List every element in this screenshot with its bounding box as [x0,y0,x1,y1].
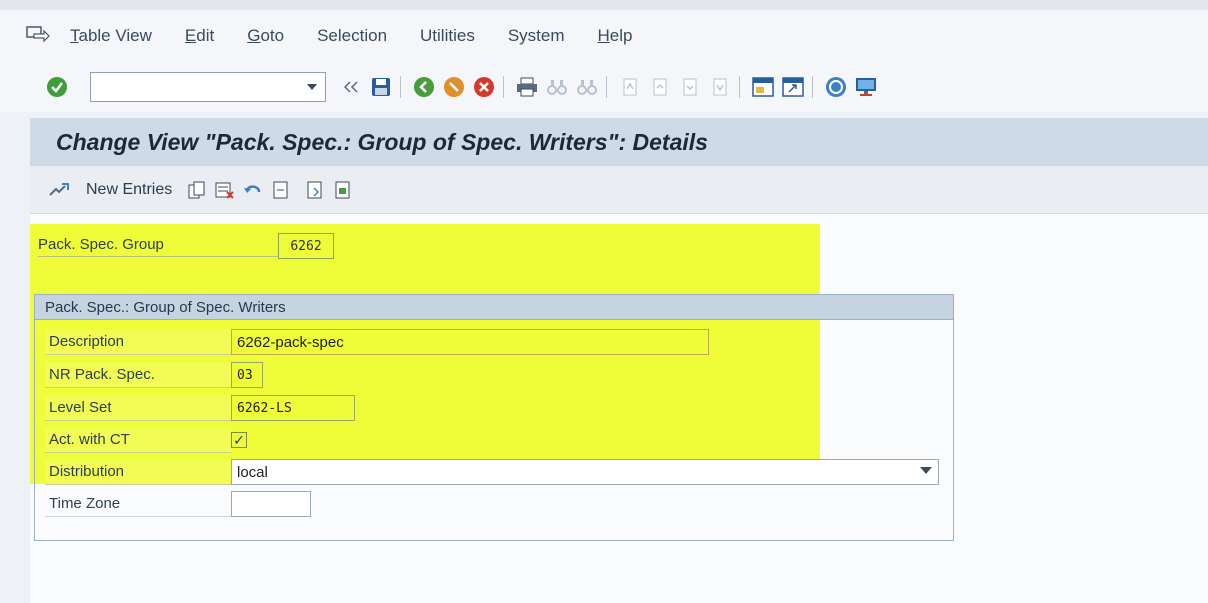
help-icon[interactable] [823,74,849,100]
nr-pack-spec-input[interactable]: 03 [231,362,263,388]
save-icon[interactable] [368,74,394,100]
display-change-icon[interactable] [48,179,70,201]
delete-icon[interactable] [214,179,236,201]
pack-spec-group-value: 6262 [278,233,334,259]
exit-icon[interactable] [441,74,467,100]
distribution-label: Distribution [45,459,231,485]
standard-toolbar [0,62,1208,112]
description-row: Description 6262-pack-spec [45,328,709,356]
distribution-value: local [237,463,268,481]
level-set-label: Level Set [45,395,231,421]
menu-utilities-rest: Utilities [420,26,475,45]
application-toolbar: New Entries [30,166,1208,214]
menu-edit[interactable]: Edit [185,26,214,46]
toolbar-separator [400,76,401,98]
back-icon[interactable] [411,74,437,100]
level-set-input[interactable]: 6262-LS [231,395,355,421]
spec-writers-group-box: Pack. Spec.: Group of Spec. Writers Desc… [34,294,954,541]
nr-pack-spec-label: NR Pack. Spec. [45,362,231,388]
description-label: Description [45,329,231,355]
menu-help[interactable]: Help [598,26,633,46]
main-content: Change View "Pack. Spec.: Group of Spec.… [30,118,1208,603]
next-entry-icon[interactable] [304,179,326,201]
command-dropdown-icon[interactable] [301,75,323,99]
new-entries-button[interactable]: New Entries [86,181,172,199]
menu-system[interactable]: System [508,26,565,46]
time-zone-input[interactable] [231,491,311,517]
menu-help-rest: elp [609,26,633,45]
shortcut-icon[interactable] [780,74,806,100]
print-icon[interactable] [514,74,540,100]
group-box-title: Pack. Spec.: Group of Spec. Writers [35,295,953,320]
menu-table-view-rest: able View [78,26,152,45]
act-with-ct-checkbox[interactable]: ✓ [231,432,247,448]
variant-icon[interactable] [332,179,354,201]
distribution-row: Distribution local [45,458,939,486]
menu-table-view-underline: T [70,26,79,45]
menu-table-view[interactable]: Table View [70,26,152,46]
menu-selection-rest: Selection [317,26,388,45]
menu-system-rest: System [507,26,565,45]
command-field[interactable] [90,72,326,102]
customize-layout-icon[interactable] [853,74,879,100]
menu-goto-rest: oto [260,26,285,45]
menu-bar: Table View Edit Goto Selection Utilities… [0,10,1208,62]
act-with-ct-label: Act. with CT [45,427,231,453]
find-next-icon [574,74,600,100]
copy-as-icon[interactable] [186,179,208,201]
toolbar-separator [739,76,740,98]
window-top-strip [0,0,1208,10]
menu-edit-rest: dit [196,26,215,45]
description-input[interactable]: 6262-pack-spec [231,329,709,355]
first-page-icon [617,74,643,100]
command-input[interactable] [91,73,291,101]
previous-page-icon [647,74,673,100]
toolbar-separator [503,76,504,98]
menu-goto-underline: G [247,26,261,45]
level-set-row: Level Set 6262-LS [45,394,355,422]
pack-spec-group-label: Pack. Spec. Group [38,236,278,257]
cancel-icon[interactable] [471,74,497,100]
nr-pack-spec-row: NR Pack. Spec. 03 [45,361,263,389]
previous-entry-icon[interactable] [270,179,292,201]
create-session-icon[interactable] [750,74,776,100]
menu-goto[interactable]: Goto [247,26,284,46]
find-icon [544,74,570,100]
distribution-select[interactable]: local [231,459,939,485]
menu-utilities[interactable]: Utilities [420,26,475,46]
undo-change-icon[interactable] [242,179,264,201]
menu-selection[interactable]: Selection [317,26,387,46]
time-zone-label: Time Zone [45,491,231,517]
chevron-down-icon[interactable] [920,467,932,475]
page-title: Change View "Pack. Spec.: Group of Spec.… [30,118,1208,166]
pack-spec-group-row: Pack. Spec. Group 6262 [38,232,334,260]
enter-check-icon[interactable] [46,76,68,98]
menu-help-underline: H [597,26,610,45]
act-with-ct-row: Act. with CT ✓ [45,426,247,454]
collapse-icon[interactable] [338,74,364,100]
toolbar-separator [606,76,607,98]
menu-arrow-icon[interactable] [26,26,50,46]
menu-edit-underline: E [184,26,197,45]
toolbar-separator [812,76,813,98]
next-page-icon [677,74,703,100]
last-page-icon [707,74,733,100]
time-zone-row: Time Zone [45,490,311,518]
